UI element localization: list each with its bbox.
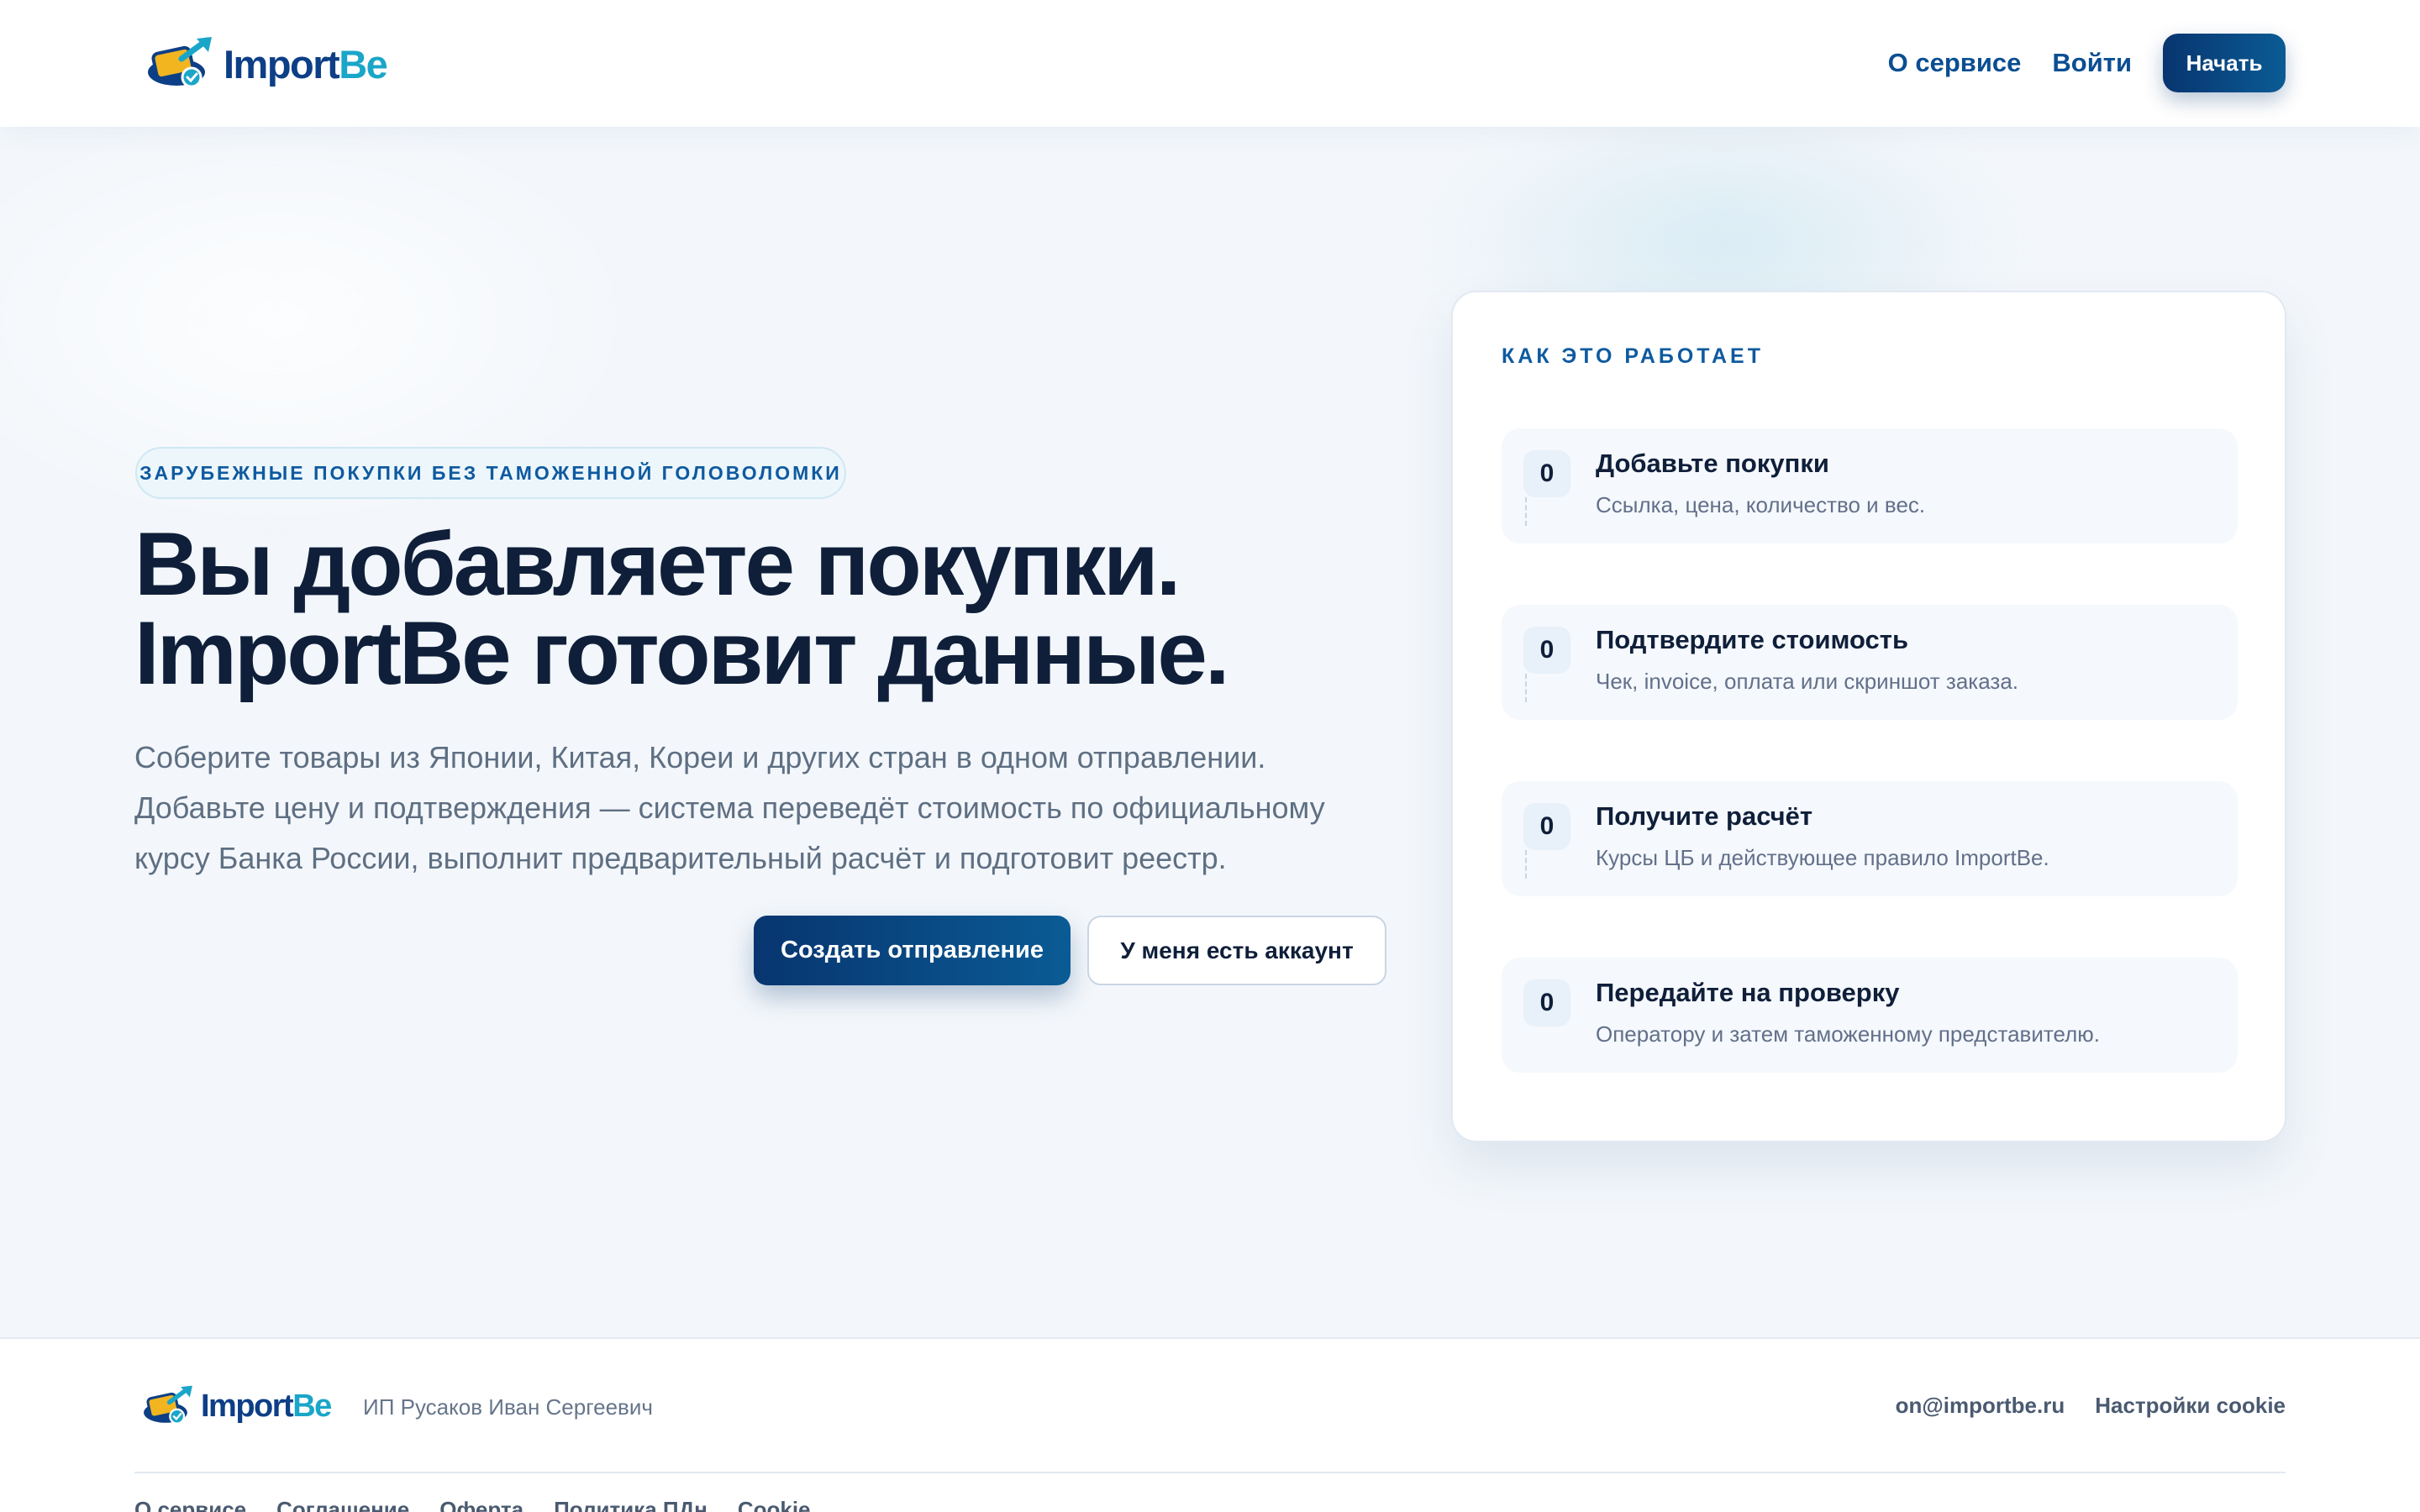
step-title: Получите расчёт	[1596, 801, 1813, 831]
landing-page: ImportBe О сервисе Войти Начать ЗАРУБЕЖН…	[0, 0, 2420, 1512]
hero-description-line: Соберите товары из Японии, Китая, Кореи …	[134, 740, 1266, 774]
step-number: 0	[1523, 627, 1570, 674]
footer-company-name: ИП Русаков Иван Сергеевич	[363, 1394, 653, 1420]
cookie-settings-link[interactable]: Настройки cookie	[2095, 1393, 2286, 1419]
step-number: 0	[1523, 979, 1570, 1026]
how-it-works-title: КАК ЭТО РАБОТАЕТ	[1502, 344, 1764, 368]
hero-description: Соберите товары из Японии, Китая, Кореи …	[134, 732, 1412, 884]
have-account-button[interactable]: У меня есть аккаунт	[1087, 916, 1386, 985]
site-footer: ImportBe ИП Русаков Иван Сергеевич on@im…	[0, 1337, 2420, 1512]
step-number: 0	[1523, 450, 1570, 497]
logo-icon	[148, 37, 212, 88]
hero-badge: ЗАРУБЕЖНЫЕ ПОКУПКИ БЕЗ ТАМОЖЕННОЙ ГОЛОВО…	[135, 447, 846, 499]
step-connector	[1525, 497, 1527, 526]
step-title: Подтвердите стоимость	[1596, 625, 1909, 654]
footer-link-privacy[interactable]: Политика ПДн	[554, 1497, 708, 1512]
footer-link-about[interactable]: О сервисе	[134, 1497, 246, 1512]
site-header: ImportBe О сервисе Войти Начать	[0, 0, 2420, 127]
footer-nav: О сервисе Соглашение Оферта Политика ПДн…	[134, 1497, 841, 1512]
footer-contacts: on@importbe.ru Настройки cookie	[1896, 1393, 2286, 1419]
start-button[interactable]: Начать	[2163, 34, 2286, 92]
hero-title-line: ImportBe готовит данные.	[134, 602, 1230, 703]
create-shipment-button[interactable]: Создать отправление	[754, 916, 1071, 985]
step-item: 0 Добавьте покупки Ссылка, цена, количес…	[1502, 428, 2238, 543]
step-description: Чек, invoice, оплата или скриншот заказа…	[1596, 669, 2019, 694]
hero-title-line: Вы добавляете покупки.	[134, 513, 1181, 614]
step-item: 0 Получите расчёт Курсы ЦБ и действующее…	[1502, 781, 2238, 896]
footer-logo[interactable]: ImportBe	[139, 1383, 332, 1430]
logo-wordmark: ImportBe	[201, 1389, 332, 1424]
hero-description-line: курсу Банка России, выполнит предварител…	[134, 841, 1227, 875]
footer-divider	[134, 1472, 2286, 1473]
step-description: Курсы ЦБ и действующее правило ImportBe.	[1596, 845, 2049, 870]
footer-link-agreement[interactable]: Соглашение	[276, 1497, 409, 1512]
step-number: 0	[1523, 803, 1570, 850]
footer-link-cookie[interactable]: Cookie	[738, 1497, 811, 1512]
logo-icon	[144, 1385, 192, 1425]
step-title: Добавьте покупки	[1596, 449, 1829, 478]
footer-email-link[interactable]: on@importbe.ru	[1896, 1393, 2065, 1419]
step-connector	[1525, 850, 1527, 879]
step-description: Оператору и затем таможенному представит…	[1596, 1021, 2100, 1047]
logo-wordmark: ImportBe	[224, 41, 388, 87]
hero-title: Вы добавляете покупки. ImportBe готовит …	[134, 513, 1395, 703]
nav-about[interactable]: О сервисе	[1888, 48, 2022, 78]
how-it-works-card: КАК ЭТО РАБОТАЕТ 0 Добавьте покупки Ссыл…	[1451, 291, 2286, 1142]
step-description: Ссылка, цена, количество и вес.	[1596, 492, 1926, 517]
step-item: 0 Подтвердите стоимость Чек, invoice, оп…	[1502, 605, 2238, 720]
header-nav: О сервисе Войти Начать	[1888, 34, 2286, 92]
step-item: 0 Передайте на проверку Оператору и зате…	[1502, 958, 2238, 1073]
header-logo[interactable]: ImportBe	[141, 34, 388, 94]
step-title: Передайте на проверку	[1596, 978, 1900, 1007]
step-connector	[1525, 674, 1527, 702]
footer-link-offer[interactable]: Оферта	[439, 1497, 523, 1512]
nav-login[interactable]: Войти	[2052, 48, 2132, 78]
hero-description-line: Добавьте цену и подтверждения — система …	[134, 790, 1325, 825]
